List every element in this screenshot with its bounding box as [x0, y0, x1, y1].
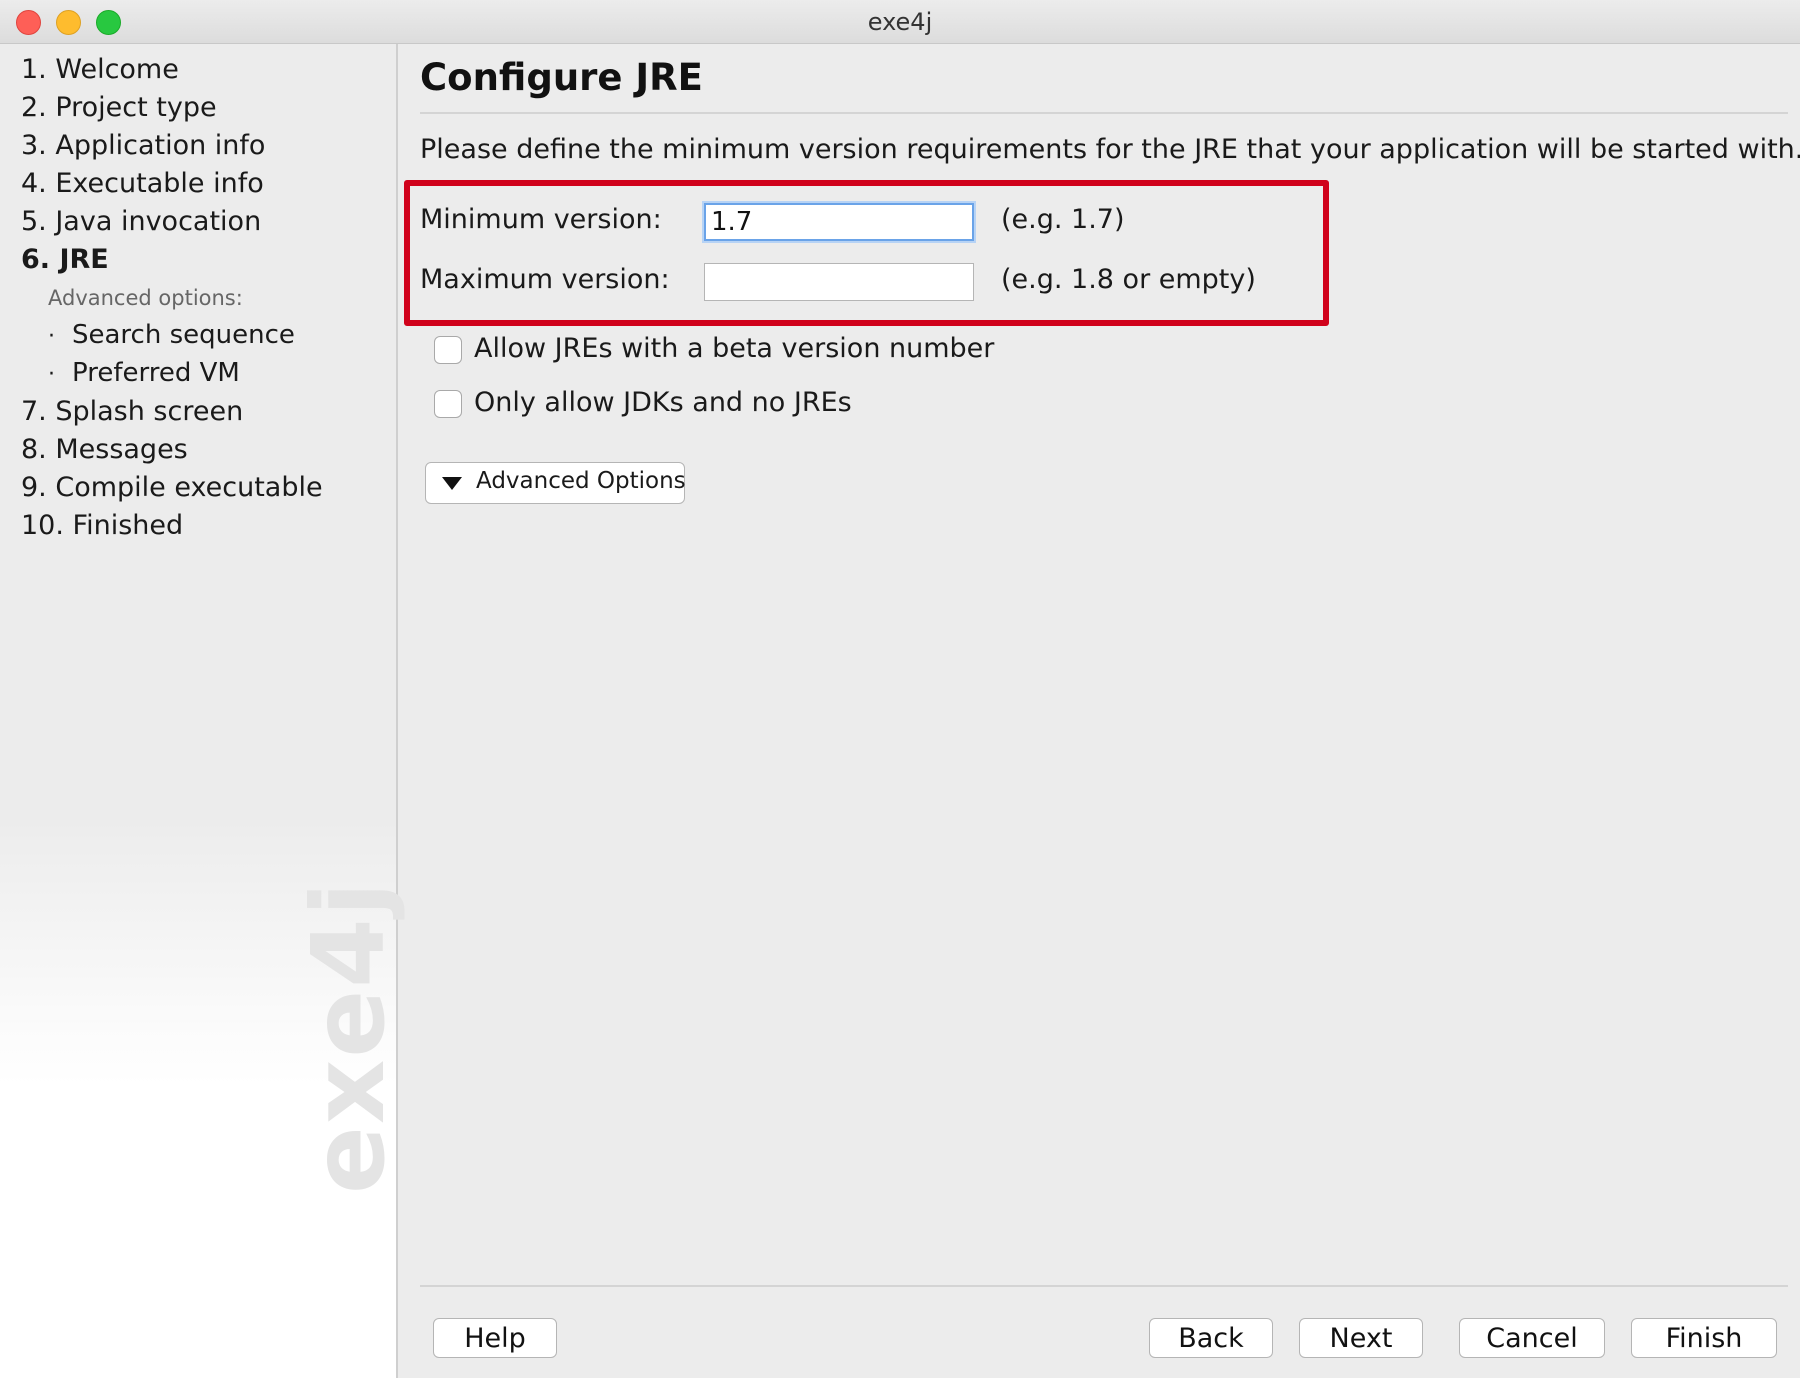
- step-welcome[interactable]: 1. Welcome: [21, 54, 179, 85]
- exe4j-watermark-logo: exe4j: [290, 879, 407, 1194]
- max-version-input[interactable]: [704, 263, 974, 301]
- allow-beta-jre-checkbox[interactable]: [434, 336, 462, 364]
- step-finished[interactable]: 10. Finished: [21, 510, 183, 541]
- back-button[interactable]: Back: [1149, 1318, 1273, 1358]
- min-version-input[interactable]: [704, 203, 974, 241]
- page-title: Configure JRE: [420, 56, 703, 99]
- cancel-button[interactable]: Cancel: [1459, 1318, 1605, 1358]
- version-fields-highlight: [404, 180, 1329, 326]
- step-executable-info[interactable]: 4. Executable info: [21, 168, 264, 199]
- substep-label: Search sequence: [72, 320, 295, 350]
- substep-search-sequence[interactable]: · Search sequence: [48, 320, 295, 350]
- substep-preferred-vm[interactable]: · Preferred VM: [48, 358, 240, 388]
- substep-label: Preferred VM: [72, 358, 240, 388]
- page-description: Please define the minimum version requir…: [420, 134, 1800, 165]
- min-version-label: Minimum version:: [420, 204, 662, 235]
- advanced-options-label: Advanced Options: [476, 468, 686, 494]
- window-title: exe4j: [867, 8, 933, 36]
- step-project-type[interactable]: 2. Project type: [21, 92, 217, 123]
- step-jre[interactable]: 6. JRE: [21, 244, 109, 275]
- step-compile-executable[interactable]: 9. Compile executable: [21, 472, 323, 503]
- window-bottom-edge: [0, 1378, 1800, 1400]
- max-version-hint: (e.g. 1.8 or empty): [1001, 264, 1256, 295]
- only-jdk-checkbox[interactable]: [434, 390, 462, 418]
- footer-separator: [420, 1285, 1788, 1287]
- next-button[interactable]: Next: [1299, 1318, 1423, 1358]
- title-separator: [420, 112, 1788, 114]
- step-messages[interactable]: 8. Messages: [21, 434, 188, 465]
- step-java-invocation[interactable]: 5. Java invocation: [21, 206, 261, 237]
- max-version-label: Maximum version:: [420, 264, 670, 295]
- main-panel: Configure JRE Please define the minimum …: [400, 44, 1800, 1378]
- bullet-icon: ·: [48, 362, 55, 387]
- help-button[interactable]: Help: [433, 1318, 557, 1358]
- bullet-icon: ·: [48, 324, 55, 349]
- step-splash-screen[interactable]: 7. Splash screen: [21, 396, 243, 427]
- finish-button[interactable]: Finish: [1631, 1318, 1777, 1358]
- advanced-options-heading: Advanced options:: [48, 286, 243, 310]
- step-application-info[interactable]: 3. Application info: [21, 130, 265, 161]
- wizard-steps-sidebar: 1. Welcome 2. Project type 3. Applicatio…: [0, 44, 407, 1378]
- advanced-options-button[interactable]: Advanced Options: [425, 462, 686, 504]
- installer-window: exe4j 1. Welcome 2. Project type 3. Appl…: [0, 0, 1800, 1400]
- triangle-down-icon: [442, 477, 462, 490]
- min-version-hint: (e.g. 1.7): [1001, 204, 1125, 235]
- title-bar: exe4j: [0, 0, 1800, 44]
- allow-beta-jre-label: Allow JREs with a beta version number: [474, 333, 995, 364]
- only-jdk-label: Only allow JDKs and no JREs: [474, 387, 852, 418]
